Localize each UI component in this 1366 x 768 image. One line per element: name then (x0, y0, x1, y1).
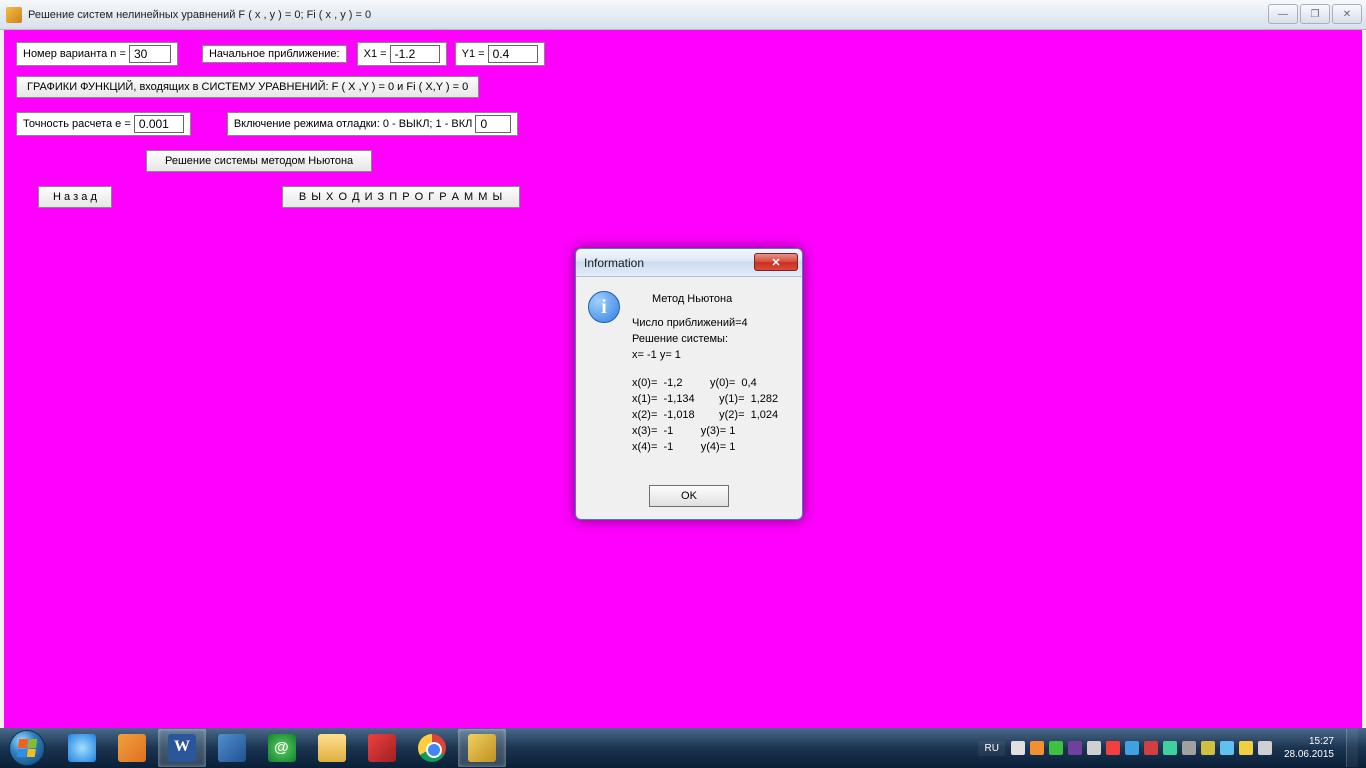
x1-label: X1 = (357, 42, 447, 66)
tray-icon[interactable] (1087, 741, 1101, 755)
tray-icon[interactable] (1163, 741, 1177, 755)
solve-button[interactable]: Решение системы методом Ньютона (146, 150, 372, 172)
taskbar-item-volume[interactable] (208, 729, 256, 767)
variant-label-text: Номер варианта n = (23, 48, 126, 60)
tray-icon[interactable] (1144, 741, 1158, 755)
minimize-button[interactable]: — (1268, 4, 1298, 24)
taskbar-item-media[interactable] (108, 729, 156, 767)
solution-values: x= -1 y= 1 (632, 347, 778, 363)
tray-icon[interactable] (1011, 741, 1025, 755)
dialog-content: Метод Ньютона Число приближений=4 Решени… (632, 291, 778, 455)
tray-icon[interactable] (1201, 741, 1215, 755)
tray-icon[interactable] (1049, 741, 1063, 755)
window-titlebar: Решение систем нелинейных уравнений F ( … (0, 0, 1366, 30)
iteration-list: x(0)= -1,2 y(0)= 0,4 x(1)= -1,134 y(1)= … (632, 375, 778, 455)
dialog-title: Information (584, 256, 644, 270)
tray-icon[interactable] (1125, 741, 1139, 755)
variant-label: Номер варианта n = (16, 42, 178, 66)
tray-icon[interactable] (1106, 741, 1120, 755)
precision-label-text: Точность расчета e = (23, 118, 131, 130)
dialog-body: i Метод Ньютона Число приближений=4 Реше… (576, 277, 802, 477)
folder-icon (318, 734, 346, 762)
close-window-button[interactable]: ✕ (1332, 4, 1362, 24)
shield-icon (368, 734, 396, 762)
debug-label: Включение режима отладки: 0 - ВЫКЛ; 1 - … (227, 112, 519, 136)
window-controls: — ❐ ✕ (1268, 4, 1362, 24)
tray-icon[interactable] (1182, 741, 1196, 755)
exit-button[interactable]: В Ы Х О Д И З П Р О Г Р А М М Ы (282, 186, 520, 208)
solution-header: Решение системы: (632, 331, 778, 347)
taskbar-item-ie[interactable] (58, 729, 106, 767)
taskbar-item-mail[interactable] (258, 729, 306, 767)
tray-icon[interactable] (1030, 741, 1044, 755)
method-title: Метод Ньютона (652, 291, 778, 307)
tray-icon[interactable] (1258, 741, 1272, 755)
window-title: Решение систем нелинейных уравнений F ( … (28, 9, 371, 21)
initial-label: Начальное приближение: (202, 45, 347, 63)
dialog-footer: OK (576, 477, 802, 519)
iteration-count: Число приближений=4 (632, 315, 778, 331)
dialog-close-button[interactable]: ✕ (754, 253, 798, 271)
show-desktop-button[interactable] (1346, 729, 1358, 767)
variant-input[interactable] (129, 45, 171, 63)
ok-button[interactable]: OK (649, 485, 729, 507)
system-tray: RU 15:27 28.06.2015 (978, 729, 1364, 767)
language-indicator[interactable]: RU (978, 741, 1004, 756)
y1-label-text: Y1 = (462, 48, 485, 60)
taskbar-item-explorer[interactable] (308, 729, 356, 767)
y1-label: Y1 = (455, 42, 545, 66)
clock-date: 28.06.2015 (1284, 748, 1334, 761)
windows-logo-icon (17, 739, 38, 757)
volume-icon (218, 734, 246, 762)
taskbar-item-word[interactable] (158, 729, 206, 767)
chrome-icon (418, 734, 446, 762)
app-icon (6, 7, 22, 23)
taskbar-item-chrome[interactable] (408, 729, 456, 767)
ie-icon (68, 734, 96, 762)
media-player-icon (118, 734, 146, 762)
information-dialog: Information ✕ i Метод Ньютона Число приб… (575, 248, 803, 520)
mail-icon (268, 734, 296, 762)
dialog-titlebar[interactable]: Information ✕ (576, 249, 802, 277)
x1-label-text: X1 = (364, 48, 387, 60)
back-button[interactable]: Н а з а д (38, 186, 112, 208)
tray-icon[interactable] (1220, 741, 1234, 755)
graphs-button[interactable]: ГРАФИКИ ФУНКЦИЙ, входящих в СИСТЕМУ УРАВ… (16, 76, 479, 98)
delphi-icon (468, 734, 496, 762)
debug-input[interactable] (475, 115, 511, 133)
taskbar-items (58, 729, 506, 767)
info-icon: i (588, 291, 620, 323)
tray-icon[interactable] (1068, 741, 1082, 755)
debug-label-text: Включение режима отладки: 0 - ВЫКЛ; 1 - … (234, 118, 473, 130)
start-button[interactable] (2, 729, 52, 767)
word-icon (168, 734, 196, 762)
taskbar-item-delphi[interactable] (458, 729, 506, 767)
precision-label: Точность расчета e = (16, 112, 191, 136)
tray-icons[interactable] (1011, 741, 1272, 755)
tray-icon[interactable] (1239, 741, 1253, 755)
maximize-button[interactable]: ❐ (1300, 4, 1330, 24)
clock[interactable]: 15:27 28.06.2015 (1278, 735, 1340, 761)
precision-input[interactable] (134, 115, 184, 133)
clock-time: 15:27 (1284, 735, 1334, 748)
x1-input[interactable] (390, 45, 440, 63)
taskbar-item-security[interactable] (358, 729, 406, 767)
y1-input[interactable] (488, 45, 538, 63)
taskbar: RU 15:27 28.06.2015 (0, 728, 1366, 768)
